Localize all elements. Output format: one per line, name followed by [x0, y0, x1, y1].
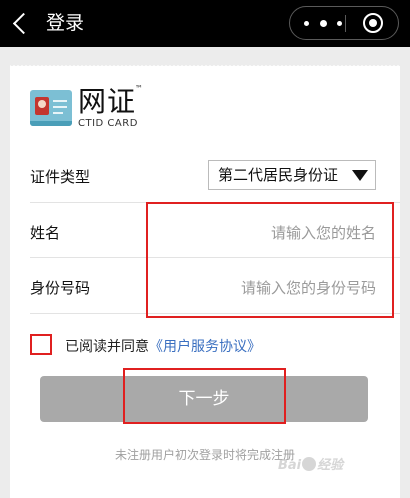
agreement-text: 已阅读并同意《用户服务协议》: [65, 336, 261, 356]
agree-checkbox[interactable]: [30, 334, 52, 355]
cert-type-value: 第二代居民身份证: [218, 166, 339, 184]
ctid-card-icon: [30, 90, 72, 126]
page-title: 登录: [46, 12, 85, 34]
miniprogram-capsule: [289, 6, 399, 40]
inputs-highlight-box: [146, 202, 394, 318]
button-highlight-box: [123, 368, 286, 424]
close-target-icon[interactable]: [363, 13, 383, 33]
cert-type-label: 证件类型: [30, 168, 91, 186]
id-number-label: 身份号码: [30, 279, 91, 297]
receipt-edge: [10, 64, 400, 68]
logo-subtitle: CTID CARD: [78, 118, 138, 129]
user-agreement-link[interactable]: 《用户服务协议》: [149, 339, 261, 355]
title-bar: 登录: [0, 0, 410, 47]
back-arrow-icon[interactable]: [10, 7, 34, 39]
trademark-mark: ™: [135, 84, 143, 93]
dropdown-arrow-icon: [352, 170, 368, 181]
name-label: 姓名: [30, 224, 61, 242]
capsule-divider: [345, 15, 346, 32]
agreement-prefix: 已阅读并同意: [65, 339, 149, 355]
more-icon[interactable]: [304, 16, 342, 30]
login-card: 网证 ™ CTID CARD 证件类型 第二代居民身份证 姓名 请输入您的姓名 …: [10, 66, 400, 498]
cert-type-select[interactable]: 第二代居民身份证: [208, 160, 376, 190]
baidu-watermark: Bai 经验: [278, 457, 344, 473]
logo-title: 网证: [78, 85, 137, 118]
paw-icon: [302, 457, 317, 471]
